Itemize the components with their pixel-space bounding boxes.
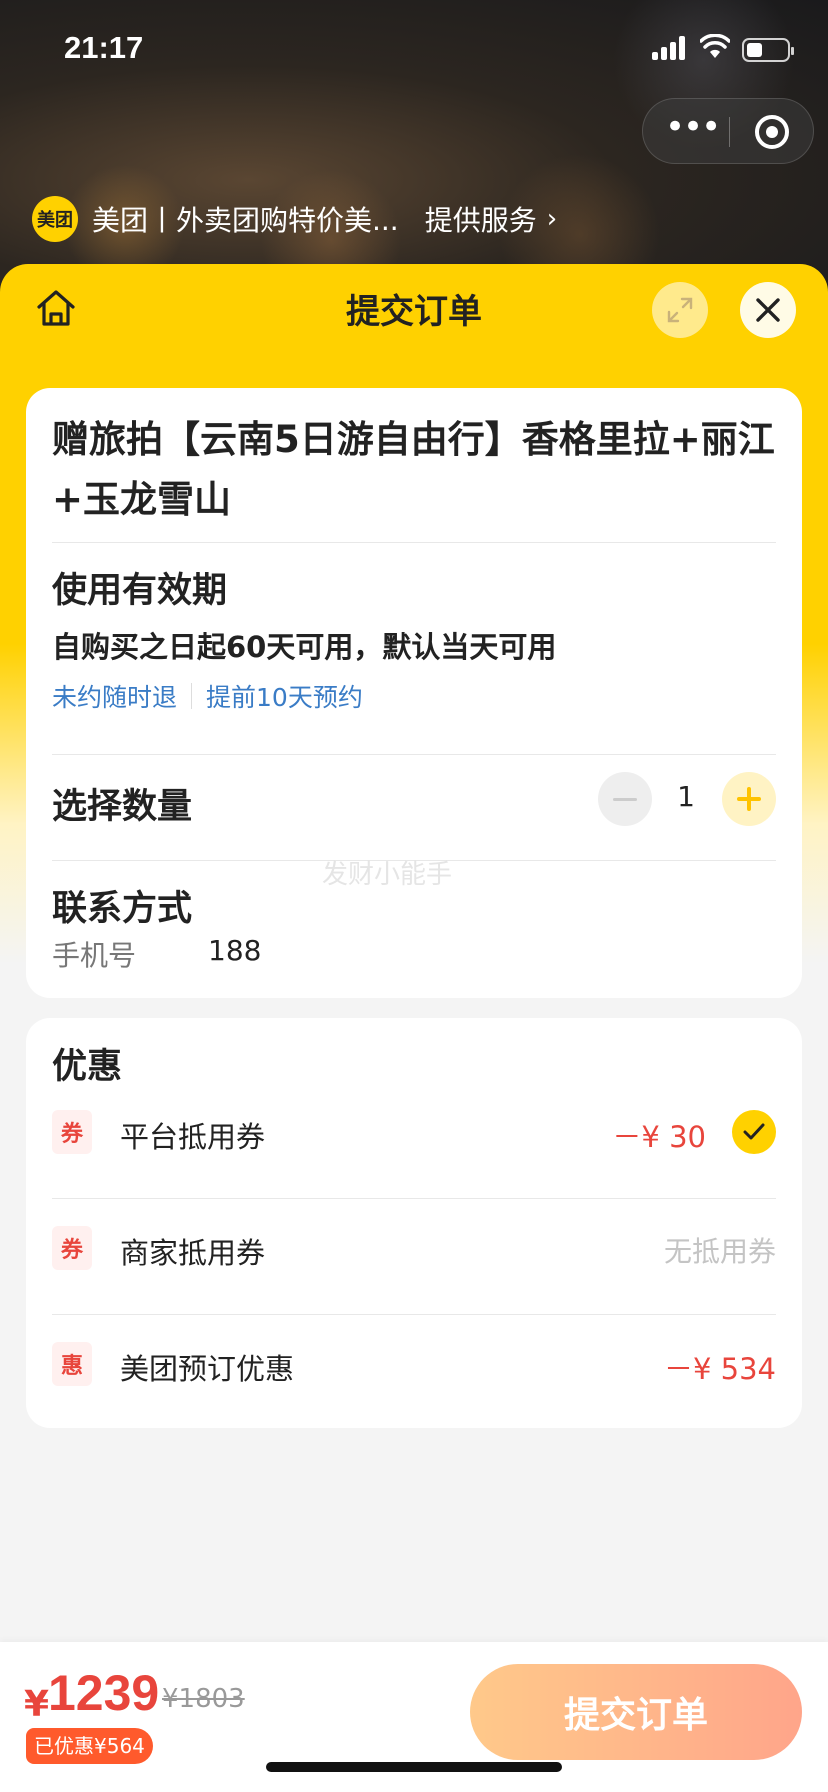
discounts-heading: 优惠 [52, 1047, 123, 1087]
battery-icon [742, 38, 794, 62]
checkmark-icon[interactable] [732, 1110, 776, 1154]
quantity-heading: 选择数量 [52, 787, 193, 827]
order-details-card: 赠旅拍【云南5日游自由行】香格里拉+丽江+玉龙雪山 使用有效期 自购买之日起60… [26, 388, 802, 998]
coupon-badge: 券 [52, 1226, 92, 1270]
discount-badge: 惠 [52, 1342, 92, 1386]
meituan-logo: 美团 [32, 196, 78, 242]
validity-heading: 使用有效期 [52, 571, 228, 611]
submit-order-button[interactable]: 提交订单 [470, 1664, 802, 1760]
provider-name: 美团丨外卖团购特价美... [92, 204, 399, 237]
expand-icon [667, 297, 693, 323]
product-title: 赠旅拍【云南5日游自由行】香格里拉+丽江+玉龙雪山 [52, 418, 775, 521]
discount-row-platform[interactable]: 券 平台抵用券 －¥ 30 [52, 1102, 776, 1162]
price-currency: ¥ [24, 1684, 50, 1725]
order-sheet: 提交订单 赠旅拍【云南5日游自由行】香格里拉+丽江+玉龙雪山 使用有效期 自购买… [0, 264, 828, 1792]
original-price: ¥1803 [162, 1684, 245, 1714]
tag-separator [191, 683, 193, 709]
divider [52, 542, 776, 543]
mini-program-capsule: ••• [642, 98, 814, 164]
status-time: 21:17 [64, 30, 144, 65]
quantity-value: 1 [677, 780, 695, 813]
capsule-divider [729, 117, 730, 147]
discount-row-booking: 惠 美团预订优惠 －¥ 534 [52, 1334, 776, 1394]
discount-name: 商家抵用券 [120, 1236, 266, 1270]
discount-row-merchant[interactable]: 券 商家抵用券 无抵用券 [52, 1218, 776, 1278]
close-button[interactable] [740, 282, 796, 338]
close-miniprogram-icon[interactable] [755, 115, 789, 149]
policy-tag-refund: 未约随时退 [52, 683, 178, 712]
discount-amount: －¥ 534 [663, 1352, 776, 1386]
service-provider[interactable]: 美团 美团丨外卖团购特价美... 提供服务 › [32, 196, 557, 242]
quantity-increase-button[interactable] [722, 772, 776, 826]
phone-label: 手机号 [52, 939, 137, 972]
coupon-badge: 券 [52, 1110, 92, 1154]
quantity-decrease-button[interactable] [598, 772, 652, 826]
expand-button[interactable] [652, 282, 708, 338]
contact-heading: 联系方式 [52, 889, 193, 929]
savings-badge: 已优惠¥564 [26, 1728, 153, 1764]
divider [52, 1314, 776, 1315]
phone-field[interactable]: 188 [208, 934, 261, 967]
discount-name: 美团预订优惠 [120, 1352, 295, 1386]
chevron-right-icon: › [546, 204, 558, 234]
policy-tag-reservation: 提前10天预约 [206, 683, 363, 712]
status-bar: 21:17 [0, 0, 828, 96]
validity-text: 自购买之日起60天可用，默认当天可用 [52, 630, 557, 664]
divider [52, 754, 776, 755]
provider-action: 提供服务 [424, 204, 537, 237]
home-icon[interactable] [34, 286, 78, 330]
more-icon[interactable]: ••• [665, 110, 721, 147]
discount-name: 平台抵用券 [120, 1120, 266, 1154]
discounts-card: 优惠 券 平台抵用券 －¥ 30 券 商家抵用券 无抵用券 惠 美团预订优惠 －… [26, 1018, 802, 1428]
cellular-signal-icon [652, 36, 688, 60]
total-price: 1239 [48, 1665, 160, 1721]
watermark: 发财小能手 [322, 860, 453, 890]
policy-tags: 未约随时退 提前10天预约 [52, 678, 363, 714]
home-indicator [266, 1762, 562, 1772]
discount-amount: 无抵用券 [663, 1235, 776, 1268]
sheet-header: 提交订单 [0, 264, 828, 354]
discount-amount: －¥ 30 [612, 1120, 706, 1154]
divider [52, 1198, 776, 1199]
wifi-icon [700, 34, 730, 58]
close-icon [756, 298, 780, 322]
